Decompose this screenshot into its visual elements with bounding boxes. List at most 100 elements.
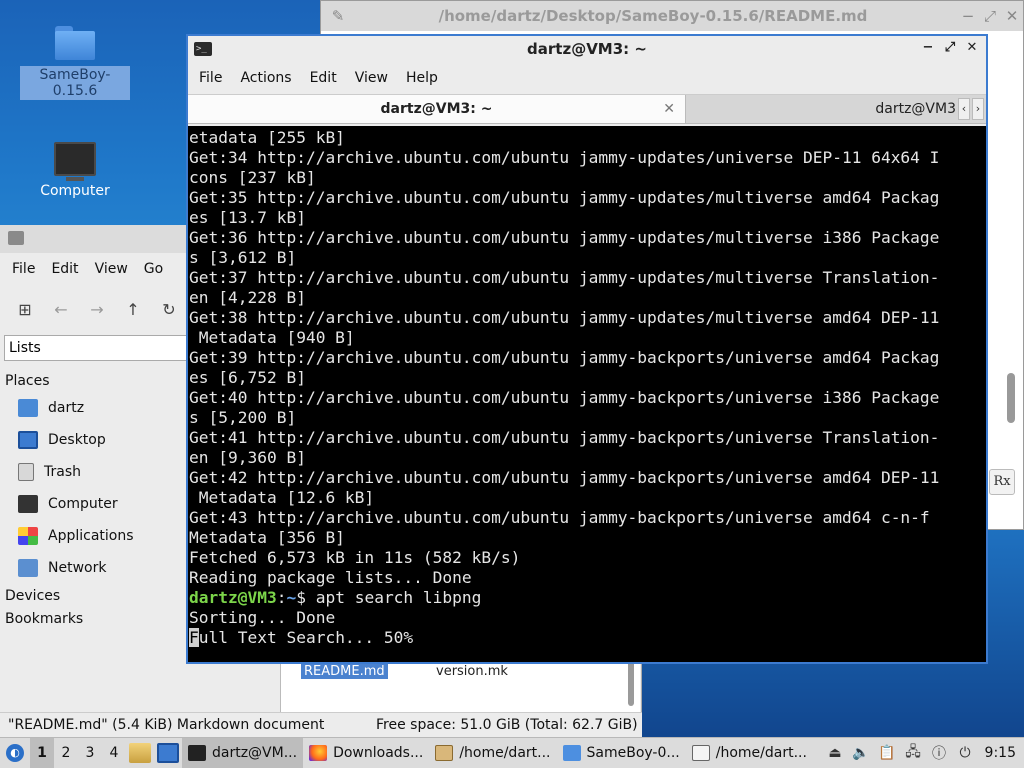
tab-close-icon[interactable]: ✕ [663,101,675,117]
sidebar-item-label: Trash [44,464,81,480]
tab-label: dartz@VM3: ~ [380,101,493,117]
task-label: Downloads... [333,745,424,761]
terminal-icon [188,745,206,761]
desktop-icon-label: Computer [40,183,110,199]
show-desktop-icon[interactable] [157,743,179,763]
text-editor-icon: ✎ [331,7,345,25]
sidebar-item-trash[interactable]: Trash [0,456,190,488]
terminal-output[interactable]: etadata [255 kB] Get:34 http://archive.ub… [188,126,986,662]
workspace-2[interactable]: 2 [54,745,78,761]
prompt-path: ~ [286,588,297,607]
file-manager-launcher-icon[interactable] [129,743,151,763]
clipboard-icon[interactable]: 📋 [878,745,896,761]
clock[interactable]: 9:15 [982,745,1016,761]
workspace-4[interactable]: 4 [102,745,126,761]
devices-heading[interactable]: Devices [0,584,190,607]
output-line: Get:36 http://archive.ubuntu.com/ubuntu … [189,228,940,247]
menu-help[interactable]: Help [397,70,447,86]
workspace-1[interactable]: 1 [30,737,54,768]
file-item-readme[interactable]: README.md [301,664,388,679]
firefox-icon [309,745,328,761]
sidebar-item-computer[interactable]: Computer [0,488,190,520]
output-line-current: Full Text Search... 50% [189,628,986,648]
task-archive[interactable]: /home/dart... [429,738,556,768]
output-line: Get:39 http://archive.ubuntu.com/ubuntu … [189,348,940,367]
menu-file[interactable]: File [190,70,231,86]
archive-icon [435,745,454,761]
menu-file[interactable]: File [4,261,43,277]
chevron-left-icon[interactable]: ‹ [958,98,970,120]
menu-view[interactable]: View [87,261,136,277]
sidebar-item-label: Computer [48,496,118,512]
taskbar: ◐ 1 2 3 4 dartz@VM... Downloads... /home… [0,737,1024,768]
eject-icon[interactable]: ⏏ [826,745,844,761]
prompt-separator: : [276,588,287,607]
maximize-button[interactable]: ⤢ [942,40,958,55]
output-line: Get:40 http://archive.ubuntu.com/ubuntu … [189,388,940,407]
menu-actions[interactable]: Actions [231,70,300,86]
close-button[interactable]: ✕ [1001,7,1023,25]
minimize-button[interactable]: − [957,7,979,25]
task-firefox[interactable]: Downloads... [303,738,429,768]
task-file-manager[interactable]: SameBoy-0... [557,738,686,768]
sidebar-item-dartz[interactable]: dartz [0,392,190,424]
output-line: Sorting... Done [189,608,336,627]
task-label: /home/dart... [715,745,807,761]
output-line: Metadata [940 B] [189,328,355,347]
file-manager-statusbar: "README.md" (5.4 KiB) Markdown document … [0,712,642,737]
output-line: s [5,200 B] [189,408,297,427]
sidebar-item-label: Applications [48,528,134,544]
desktop-icon-computer[interactable]: Computer [20,142,130,200]
file-list-scrollbar[interactable] [628,660,634,706]
close-button[interactable]: ✕ [964,40,980,55]
sidebar-item-desktop[interactable]: Desktop [0,424,190,456]
tab-terminal-1[interactable]: dartz@VM3: ~ ✕ [188,95,686,123]
output-line: s [3,612 B] [189,248,297,267]
bookmarks-heading[interactable]: Bookmarks [0,607,190,630]
sidebar-item-network[interactable]: Network [0,552,190,584]
menu-edit[interactable]: Edit [301,70,346,86]
tab-terminal-2[interactable]: dartz@VM3 [686,95,986,123]
output-line: Get:37 http://archive.ubuntu.com/ubuntu … [189,268,940,287]
workspace-3[interactable]: 3 [78,745,102,761]
readme-scrollbar[interactable] [1007,373,1015,423]
desktop-icon [18,431,38,449]
start-menu-button[interactable]: ◐ [0,738,30,768]
computer-icon [18,495,38,513]
menu-view[interactable]: View [346,70,397,86]
output-line: Fetched 6,573 kB in 11s (582 kB/s) [189,548,521,567]
minimize-button[interactable]: − [920,40,936,55]
readme-titlebar[interactable]: ✎ /home/dartz/Desktop/SameBoy-0.15.6/REA… [321,1,1023,31]
menu-edit[interactable]: Edit [43,261,86,277]
new-tab-icon[interactable]: ⊞ [14,299,36,321]
maximize-button[interactable]: ⤢ [979,7,1001,25]
rx-button[interactable]: Rx [989,469,1015,495]
folder-icon [55,26,95,60]
power-icon[interactable]: ⏻ [956,745,974,761]
arrow-left-icon[interactable]: ← [50,299,72,321]
readme-window-title: /home/dartz/Desktop/SameBoy-0.15.6/READM… [438,7,868,25]
menu-go[interactable]: Go [136,261,171,277]
desktop-icon-sameboy[interactable]: SameBoy-0.15.6 [20,26,130,100]
volume-icon[interactable]: 🔈 [852,745,870,761]
sidebar-item-applications[interactable]: Applications [0,520,190,552]
task-text-editor[interactable]: /home/dart... [686,738,813,768]
tab-label: dartz@VM3 [875,101,956,117]
arrow-right-icon[interactable]: → [86,299,108,321]
reload-icon[interactable]: ↻ [158,299,180,321]
text-cursor: F [189,628,199,647]
prompt-line: dartz@VM3:~$ apt search libpng [189,588,986,608]
update-notifier-icon[interactable]: ⓘ [930,743,948,763]
output-line: Get:43 http://archive.ubuntu.com/ubuntu … [189,508,930,527]
task-terminal[interactable]: dartz@VM... [182,737,304,768]
output-line: Get:35 http://archive.ubuntu.com/ubuntu … [189,188,940,207]
output-line: Metadata [12.6 kB] [189,488,375,507]
file-item-version[interactable]: version.mk [436,664,508,679]
terminal-titlebar[interactable]: >_ dartz@VM3: ~ − ⤢ ✕ [188,36,986,62]
chevron-right-icon[interactable]: › [972,98,984,120]
file-manager-icon [8,231,24,245]
arrow-up-icon[interactable]: ↑ [122,299,144,321]
network-status-icon[interactable]: 🖧 [904,741,922,765]
command-text: apt search libpng [315,588,482,607]
output-line: es [6,752 B] [189,368,306,387]
